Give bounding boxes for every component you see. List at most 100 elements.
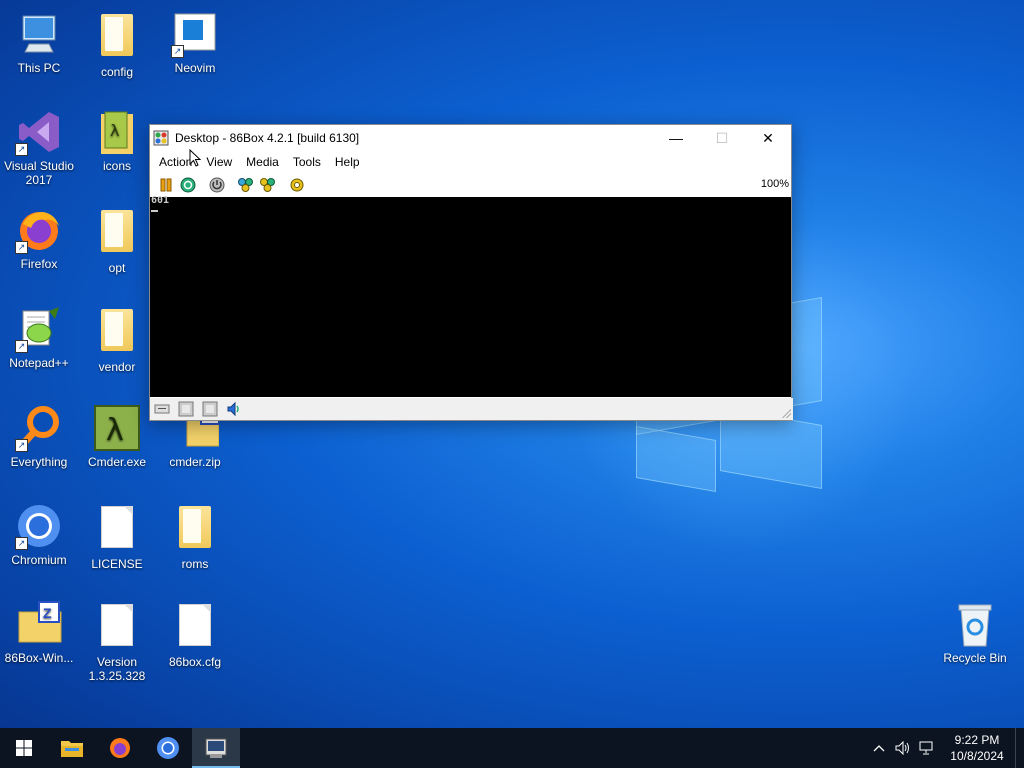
clock-date: 10/8/2024	[950, 749, 1004, 763]
firefox-icon	[110, 738, 130, 758]
desktop-icon-vendor[interactable]: vendor	[78, 305, 156, 374]
window-title: Desktop - 86Box 4.2.1 [build 6130]	[175, 131, 360, 145]
menu-tools[interactable]: Tools	[286, 155, 328, 169]
desktop-icon-label: This PC	[17, 61, 61, 75]
desktop-icon-label: cmder.zip	[169, 455, 221, 469]
svg-text:Z: Z	[43, 605, 52, 621]
desktop-icon-recycle-bin[interactable]: Recycle Bin	[936, 600, 1014, 665]
sound-button[interactable]	[224, 400, 244, 418]
taskbar-firefox[interactable]	[96, 728, 144, 768]
desktop-icon-label: 86Box-Win...	[4, 651, 74, 665]
neovim-icon: ↗	[171, 10, 219, 58]
close-button[interactable]: ✕	[745, 125, 791, 151]
taskbar-file-explorer[interactable]	[48, 728, 96, 768]
mouse-pointer-icon	[189, 149, 201, 167]
floppy-icon	[154, 404, 170, 414]
text-cursor	[151, 210, 158, 212]
desktop-icon-label: Notepad++	[9, 356, 69, 370]
menu-bar: Action View Media Tools Help	[150, 151, 791, 173]
speaker-icon	[227, 401, 239, 417]
desktop-icon-label: vendor	[98, 360, 136, 374]
toolbar: 100%	[150, 173, 791, 198]
settings-button[interactable]	[286, 175, 308, 195]
gear-icon	[290, 178, 304, 192]
folder-icon	[171, 506, 219, 554]
disk-icon	[178, 401, 194, 417]
desktop-icon-version[interactable]: Version 1.3.25.328	[78, 600, 156, 683]
svg-text:λ: λ	[106, 413, 124, 448]
desktop-icon-icons[interactable]: λ icons	[78, 108, 156, 173]
chromium-icon: ↗	[15, 502, 63, 550]
resize-grip[interactable]	[781, 408, 791, 418]
menu-view[interactable]: View	[199, 155, 239, 169]
svg-text:λ: λ	[110, 121, 119, 140]
keys-icon	[260, 178, 275, 192]
folder-icon	[93, 14, 141, 62]
file-icon	[171, 604, 219, 652]
desktop-icon-86box-cfg[interactable]: 86box.cfg	[156, 600, 234, 669]
windows-logo-icon	[16, 740, 32, 756]
desktop-icon-roms[interactable]: roms	[156, 502, 234, 571]
desktop-icon-cmder[interactable]: λ Cmder.exe	[78, 404, 156, 469]
desktop-icon-label: Firefox	[20, 257, 58, 271]
emulator-screen[interactable]: 601	[150, 196, 791, 397]
taskbar-chromium[interactable]	[144, 728, 192, 768]
notepad-plus-plus-icon: ↗	[15, 305, 63, 353]
desktop-icon-chromium[interactable]: ↗ Chromium	[0, 502, 78, 567]
desktop-icon-visual-studio[interactable]: ↗ Visual Studio 2017	[0, 108, 78, 187]
ctrl-alt-del-button[interactable]	[235, 175, 257, 195]
hard-disk-button[interactable]	[200, 400, 220, 418]
start-button[interactable]	[0, 728, 48, 768]
desktop-icon-label: Neovim	[174, 61, 216, 75]
computer-icon	[15, 10, 63, 58]
cdrom-drive-button[interactable]	[176, 400, 196, 418]
desktop-icon-label: Chromium	[11, 553, 67, 567]
show-desktop-button[interactable]	[1015, 728, 1024, 768]
86box-window[interactable]: Desktop - 86Box 4.2.1 [build 6130] — ☐ ✕…	[149, 124, 793, 421]
desktop-icon-label: icons	[102, 159, 131, 173]
ctrl-alt-esc-button[interactable]	[257, 175, 279, 195]
desktop-icon-label: 86box.cfg	[168, 655, 222, 669]
network-icon[interactable]	[915, 741, 939, 755]
desktop-icon-firefox[interactable]: ↗ Firefox	[0, 206, 78, 271]
desktop-icon-label: Visual Studio 2017	[4, 159, 74, 187]
acpi-shutdown-button[interactable]	[206, 175, 228, 195]
desktop-icon-neovim[interactable]: ↗ Neovim	[156, 10, 234, 75]
taskbar: 9:22 PM 10/8/2024	[0, 728, 1024, 768]
pause-icon	[160, 178, 172, 192]
floppy-drive-button[interactable]	[152, 400, 172, 418]
desktop-icon-label: Recycle Bin	[943, 651, 1007, 665]
power-icon	[209, 177, 225, 193]
menu-media[interactable]: Media	[239, 155, 286, 169]
desktop-icon-this-pc[interactable]: This PC	[0, 10, 78, 75]
desktop-icon-86box-win[interactable]: Z 86Box-Win...	[0, 600, 78, 665]
hard-reset-button[interactable]	[177, 175, 199, 195]
pause-button[interactable]	[155, 175, 177, 195]
86box-app-icon	[153, 130, 169, 146]
zip-folder-icon: Z	[15, 600, 63, 648]
minimize-button[interactable]: —	[653, 125, 699, 151]
volume-icon[interactable]	[891, 741, 915, 755]
desktop-icon-label: opt	[108, 261, 126, 275]
file-icon	[93, 604, 141, 652]
clock-time: 9:22 PM	[954, 733, 1000, 747]
clock[interactable]: 9:22 PM 10/8/2024	[939, 732, 1015, 764]
visual-studio-icon: ↗	[15, 108, 63, 156]
window-titlebar[interactable]: Desktop - 86Box 4.2.1 [build 6130] — ☐ ✕	[150, 125, 791, 151]
desktop-icon-notepad-plus-plus[interactable]: ↗ Notepad++	[0, 305, 78, 370]
chevron-up-icon[interactable]	[867, 744, 891, 752]
desktop-icon-label: Cmder.exe	[87, 455, 147, 469]
file-icon	[93, 506, 141, 554]
firefox-icon: ↗	[15, 206, 63, 254]
desktop-icon-label: LICENSE	[91, 557, 143, 571]
status-bar	[150, 398, 793, 420]
taskbar-86box[interactable]	[192, 728, 240, 768]
desktop-icon-license[interactable]: LICENSE	[78, 502, 156, 571]
system-tray: 9:22 PM 10/8/2024	[867, 728, 1024, 768]
menu-help[interactable]: Help	[328, 155, 367, 169]
folder-icon	[61, 741, 83, 757]
desktop-icon-opt[interactable]: opt	[78, 206, 156, 275]
desktop-icon-label: roms	[181, 557, 209, 571]
desktop-icon-everything[interactable]: ↗ Everything	[0, 404, 78, 469]
desktop-icon-config[interactable]: config	[78, 10, 156, 79]
